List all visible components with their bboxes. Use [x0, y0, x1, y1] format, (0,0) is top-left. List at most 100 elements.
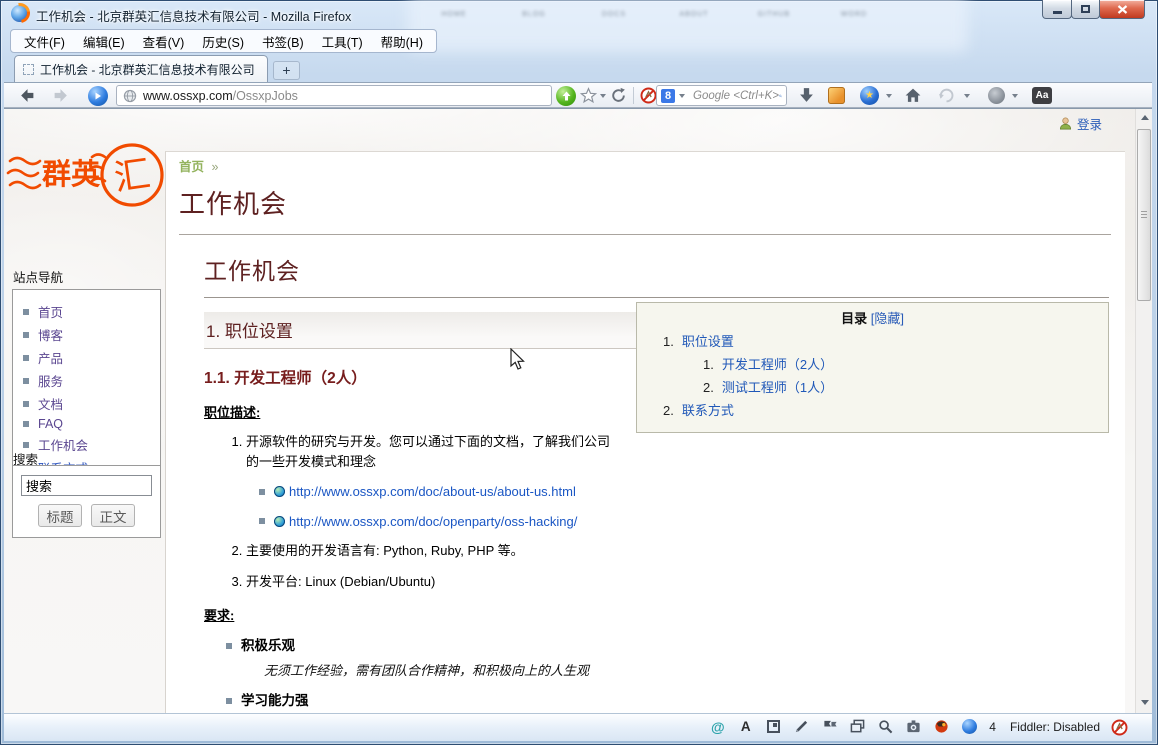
- external-link-item: http://www.ossxp.com/doc/openparty/oss-h…: [259, 512, 679, 532]
- menu-item[interactable]: 历史(S): [193, 30, 253, 53]
- bullet-square-icon: [259, 488, 265, 495]
- firebug-button[interactable]: [933, 718, 950, 735]
- tabs-copy-button[interactable]: [849, 718, 866, 735]
- adblock-disabled-button[interactable]: [640, 87, 657, 104]
- downloads-button[interactable]: [798, 87, 815, 104]
- extension-button-fiddler[interactable]: [988, 87, 1005, 104]
- bookmark-star-button[interactable]: [580, 87, 597, 104]
- window-mode-button[interactable]: [765, 718, 782, 735]
- external-link[interactable]: http://www.ossxp.com/doc/about-us/about-…: [289, 482, 576, 502]
- email-at-button[interactable]: @: [709, 718, 726, 735]
- font-size-button[interactable]: Aa: [1032, 87, 1052, 104]
- menu-item[interactable]: 帮助(H): [372, 30, 432, 53]
- sidebar-search-input[interactable]: [21, 475, 152, 496]
- sidebar-nav-item[interactable]: 博客: [23, 325, 156, 344]
- toc-item[interactable]: 2. 联系方式: [663, 400, 1100, 419]
- google-engine-icon[interactable]: 8: [661, 88, 675, 103]
- sidebar-nav-link[interactable]: 文档: [38, 394, 63, 413]
- background-blurred-icon: DOCS: [601, 11, 627, 18]
- extension-button-badge[interactable]: ★: [860, 86, 879, 105]
- extension-dropdown-caret[interactable]: [886, 94, 892, 98]
- search-magnifier-icon[interactable]: [779, 89, 782, 103]
- sidebar-nav-item[interactable]: FAQ: [23, 417, 156, 431]
- flags-button[interactable]: [821, 718, 838, 735]
- toc-item[interactable]: 1. 职位设置: [663, 331, 1100, 350]
- sidebar-nav-item[interactable]: 文档: [23, 394, 156, 413]
- sidebar-nav-link[interactable]: 服务: [38, 371, 63, 390]
- capture-button[interactable]: [905, 718, 922, 735]
- page-search-button[interactable]: [877, 718, 894, 735]
- back-button[interactable]: [18, 87, 36, 104]
- sidebar-nav-link[interactable]: 工作机会: [38, 435, 88, 454]
- fiddler-status[interactable]: Fiddler: Disabled: [1010, 720, 1100, 734]
- sidebar-nav-link[interactable]: 产品: [38, 348, 63, 367]
- site-logo[interactable]: 群英 汇: [6, 127, 164, 230]
- description-text: 开发平台: Linux (Debian/Ubuntu): [246, 573, 436, 589]
- toc-item[interactable]: 1. 开发工程师（2人）: [703, 354, 1100, 373]
- bookmark-dropdown-caret[interactable]: [600, 94, 606, 98]
- font-toggle-button[interactable]: A: [737, 718, 754, 735]
- undo-closed-tab-button[interactable]: [938, 87, 955, 104]
- menu-item[interactable]: 书签(B): [253, 30, 313, 53]
- overlapping-windows-icon: [850, 719, 865, 733]
- breadcrumb: 首页 »: [179, 156, 1111, 175]
- close-button[interactable]: [1099, 0, 1145, 19]
- scroll-up-button[interactable]: [1136, 109, 1152, 126]
- toc-item-link[interactable]: 联系方式: [682, 403, 734, 418]
- toc-item-link[interactable]: 测试工程师（1人）: [722, 380, 833, 395]
- sidebar-nav-link[interactable]: FAQ: [38, 417, 63, 431]
- home-button[interactable]: [904, 87, 922, 104]
- external-link[interactable]: http://www.ossxp.com/doc/openparty/oss-h…: [289, 512, 577, 532]
- sidebar-nav-link[interactable]: 博客: [38, 325, 63, 344]
- firefox-app-icon: [11, 5, 28, 22]
- reload-button[interactable]: [610, 87, 627, 104]
- restore-button[interactable]: [1071, 0, 1100, 19]
- toc-item-number: 1.: [663, 334, 674, 349]
- sidebar-search-button[interactable]: 正文: [91, 504, 135, 527]
- firefox-window: HOME BLOG DOCS ABOUT GITHUB WORD 工作机会 - …: [0, 0, 1158, 745]
- user-icon: [1060, 117, 1071, 130]
- active-tab[interactable]: 工作机会 - 北京群英汇信息技术有限公司: [14, 55, 268, 82]
- toc-hide-link[interactable]: [隐藏]: [871, 311, 904, 326]
- fiddler-dropdown-caret[interactable]: [1012, 94, 1018, 98]
- toc-item-link[interactable]: 职位设置: [682, 334, 734, 349]
- site-identity-globe-icon[interactable]: [123, 89, 137, 103]
- menu-item[interactable]: 文件(F): [15, 30, 74, 53]
- requirement-item: 积极乐观 无须工作经验，需有团队合作精神，和积极向上的人生观: [226, 636, 1109, 681]
- vertical-scrollbar[interactable]: [1135, 109, 1152, 713]
- requirement-note: 无须工作经验，需有团队合作精神，和积极向上的人生观: [264, 663, 590, 679]
- forward-button[interactable]: [52, 87, 70, 104]
- minimize-button[interactable]: [1042, 0, 1072, 19]
- extension-button-screenshot[interactable]: [828, 87, 845, 104]
- toc-item[interactable]: 2. 测试工程师（1人）: [703, 377, 1100, 396]
- sidebar-nav-item[interactable]: 产品: [23, 348, 156, 367]
- go-button[interactable]: [556, 86, 576, 106]
- scrollbar-thumb[interactable]: [1137, 129, 1151, 301]
- brush-button[interactable]: [793, 718, 810, 735]
- search-bar[interactable]: 8 Google <Ctrl+K>: [656, 85, 787, 106]
- menu-item[interactable]: 查看(V): [134, 30, 194, 53]
- sidebar-search-button[interactable]: 标题: [38, 504, 82, 527]
- sidebar-nav-item[interactable]: 首页: [23, 302, 156, 321]
- sidebar-nav-link[interactable]: 首页: [38, 302, 63, 321]
- extension-button-fastdial[interactable]: [88, 86, 108, 106]
- login-link[interactable]: 登录: [1077, 114, 1102, 133]
- menu-item[interactable]: 编辑(E): [74, 30, 134, 53]
- scroll-down-button[interactable]: [1136, 694, 1152, 711]
- search-engine-caret[interactable]: [679, 93, 685, 98]
- url-path: /OssxpJobs: [232, 88, 298, 103]
- menu-item[interactable]: 工具(T): [313, 30, 372, 53]
- external-link-item: http://www.ossxp.com/doc/about-us/about-…: [259, 482, 679, 502]
- url-bar[interactable]: www.ossxp.com/OssxpJobs: [116, 85, 552, 106]
- tab-favicon-placeholder-icon: [23, 63, 34, 75]
- new-tab-button[interactable]: +: [273, 61, 300, 80]
- url-domain: www.ossxp.com: [143, 88, 233, 103]
- toolbar-separator: [633, 87, 634, 104]
- sidebar-nav-item[interactable]: 服务: [23, 371, 156, 390]
- breadcrumb-home-link[interactable]: 首页: [179, 160, 204, 174]
- undo-dropdown-caret[interactable]: [964, 94, 970, 98]
- sidebar-nav-item[interactable]: 工作机会: [23, 435, 156, 454]
- toc-item-link[interactable]: 开发工程师（2人）: [722, 357, 833, 372]
- media-ball-button[interactable]: [961, 718, 978, 735]
- adblock-status-icon[interactable]: [1111, 719, 1128, 736]
